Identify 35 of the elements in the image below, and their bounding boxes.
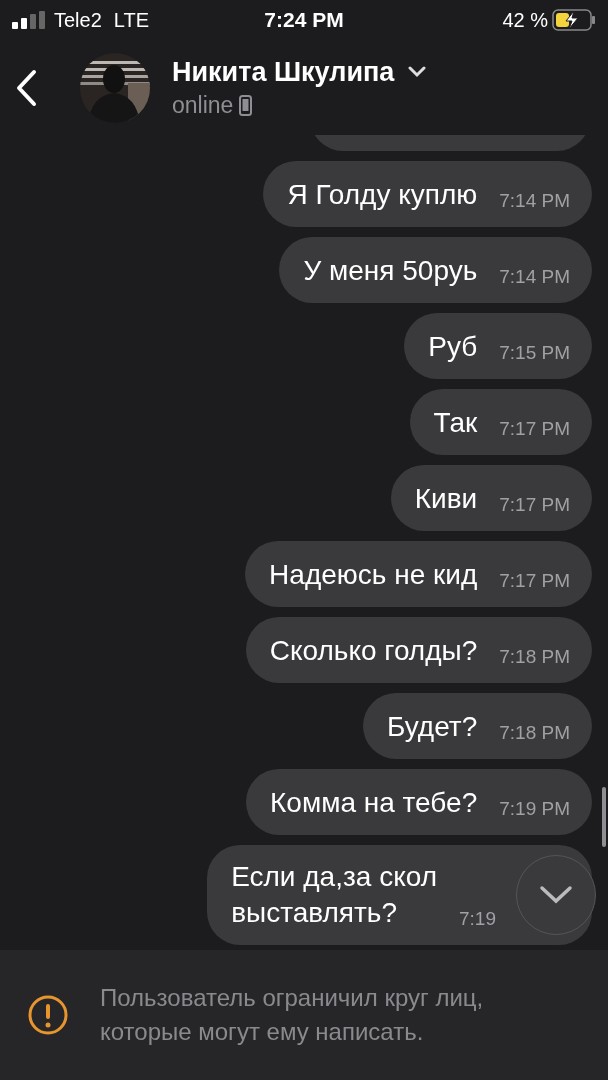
network-type: LTE	[113, 8, 149, 32]
message-time: 7:18 PM	[499, 721, 570, 745]
carrier-name: Tele2	[54, 8, 102, 32]
message-text: Так	[433, 406, 478, 440]
message-time: 7:17 PM	[499, 569, 570, 593]
message-time: 7:18 PM	[499, 645, 570, 669]
message-text: выставлять?	[231, 896, 398, 930]
message-text: Киви	[414, 482, 478, 516]
notice-text: Пользователь ограничил круг лиц, которые могут ему написать.	[100, 983, 485, 1047]
message-text: Руб	[428, 330, 478, 364]
signal-icon	[12, 11, 46, 29]
phone-icon	[239, 94, 253, 116]
message-time: 7:14 PM	[499, 265, 570, 289]
message-text: Надеюсь не кид	[269, 558, 478, 592]
message-time: 7:15 PM	[499, 341, 570, 365]
contact-name[interactable]: Никита Шкулипа	[172, 56, 427, 88]
message-time: 7:19 PM	[499, 797, 570, 821]
message-text: Комма на тебе?	[270, 786, 478, 820]
online-status: online	[172, 91, 234, 119]
battery-percent: 42 %	[502, 8, 548, 32]
message-time: 7:17 PM	[499, 417, 570, 441]
chevron-down-icon	[408, 66, 427, 78]
clock: 7:24 PM	[264, 8, 344, 32]
message-time: 7:14 PM	[499, 189, 570, 213]
message-text: Сколько голды?	[269, 634, 478, 668]
chevron-down-icon	[539, 885, 573, 905]
message-time: 7:17 PM	[499, 493, 570, 517]
message-text: Если да,за скол	[231, 860, 437, 894]
warning-icon	[28, 995, 68, 1035]
message-text: Будет?	[387, 710, 478, 744]
scroll-indicator	[602, 787, 606, 847]
message-text: У меня 50руь	[303, 254, 478, 288]
message-text: Я Голду куплю	[287, 178, 478, 212]
message-time: 7:19	[459, 907, 496, 931]
back-chevron-icon	[14, 67, 38, 108]
